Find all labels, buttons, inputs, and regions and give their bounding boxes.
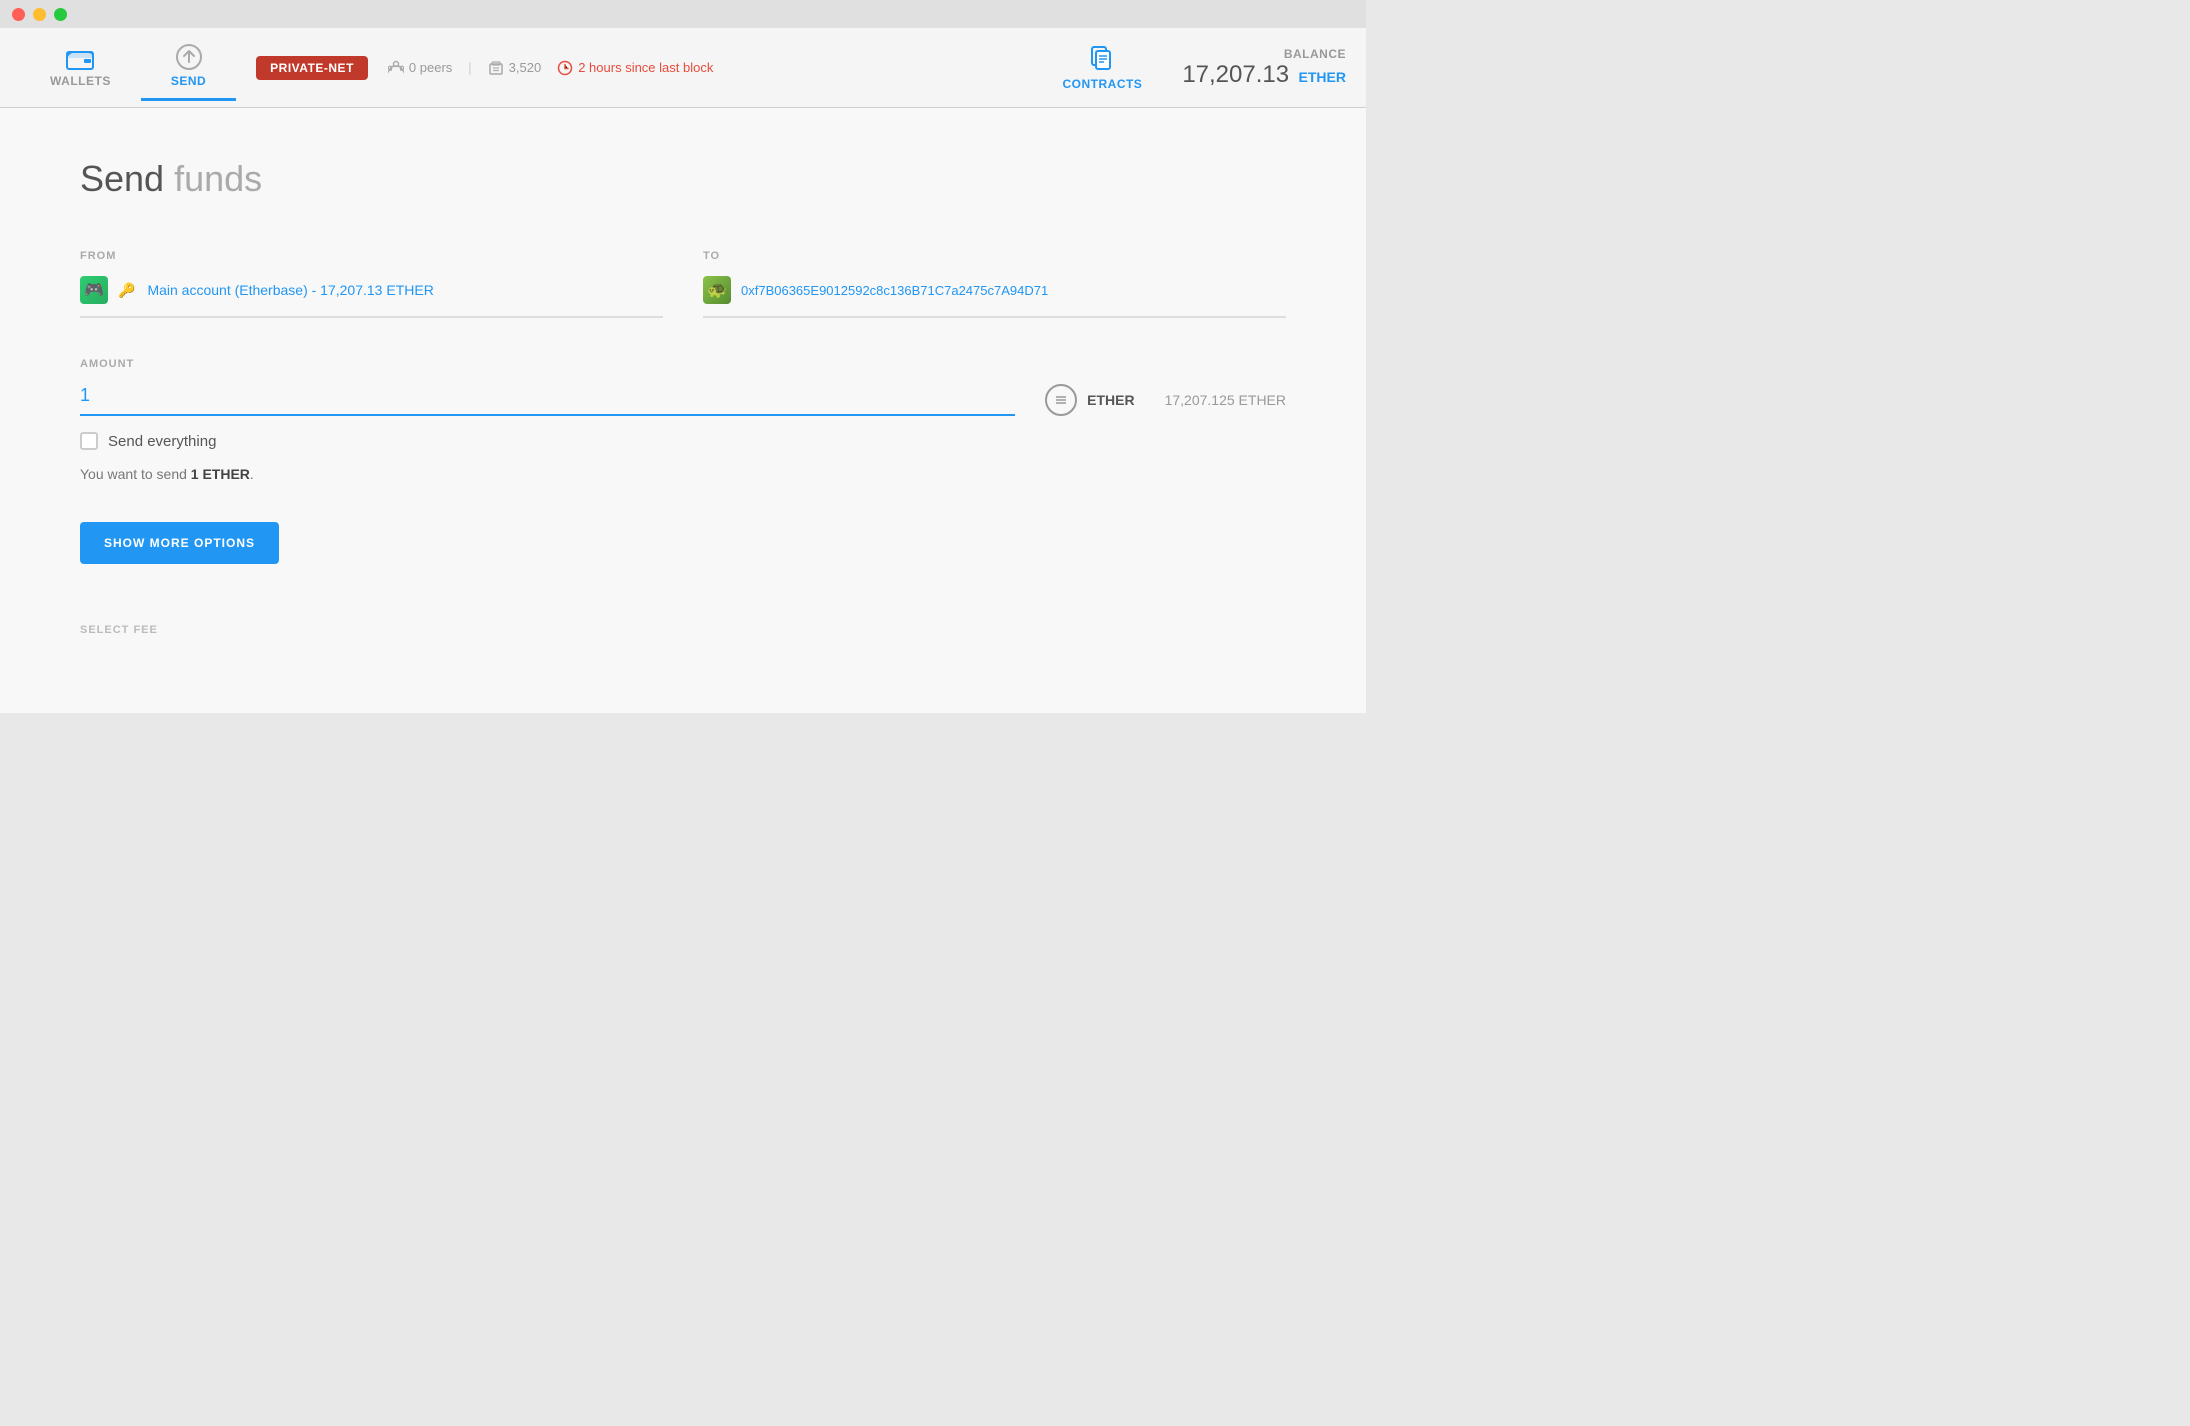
from-account-name: Main account (Etherbase) - 17,207.13 ETH… [147,282,433,298]
summary-suffix: . [250,466,254,482]
time-info: 2 hours since last block [557,60,713,76]
time-text: 2 hours since last block [578,60,713,75]
summary-amount: 1 ETHER [191,466,250,482]
title-bar [0,0,1366,28]
send-icon [176,44,202,70]
balance-currency: ETHER [1299,69,1346,85]
send-summary: You want to send 1 ETHER. [80,466,1286,482]
peers-info: 0 peers [388,60,452,76]
from-to-grid: FROM 🎮 🔑 Main account (Etherbase) - 17,2… [80,250,1286,318]
from-avatar: 🎮 [80,276,108,304]
currency-selector[interactable]: ETHER [1045,384,1134,416]
amount-input[interactable] [80,385,1015,406]
amount-row: ETHER 17,207.125 ETHER [80,384,1286,416]
page-title-light: funds [164,158,262,199]
clock-icon [557,60,573,76]
contracts-label: CONTRACTS [1062,77,1142,91]
balance-value: 17,207.13 [1182,61,1289,88]
to-section: TO 🐢 0xf7B06365E9012592c8c136B71C7a2475c… [703,250,1286,318]
show-more-button[interactable]: SHOW MORE OPTIONS [80,522,279,564]
wallet-icon [66,48,94,70]
blocks-count: 3,520 [509,60,542,75]
amount-input-wrapper [80,385,1015,416]
main-content: Send funds FROM 🎮 🔑 Main account (Etherb… [0,108,1366,713]
peers-count: 0 peers [409,60,452,75]
select-fee-label: SELECT FEE [80,624,1286,636]
nav-contracts[interactable]: CONTRACTS [1062,45,1142,91]
key-icon: 🔑 [118,282,135,299]
blocks-icon [488,60,504,76]
send-label: SEND [171,74,206,88]
available-balance: 17,207.125 ETHER [1165,392,1286,408]
page-title-bold: Send [80,158,164,199]
currency-name: ETHER [1087,392,1134,408]
currency-icon [1045,384,1077,416]
peers-icon [388,60,404,76]
divider: | [468,60,471,75]
send-everything-checkbox[interactable] [80,432,98,450]
summary-prefix: You want to send [80,466,191,482]
nav-right: CONTRACTS BALANCE 17,207.13 ETHER [1062,45,1346,91]
page-title: Send funds [80,158,1286,200]
maximize-button[interactable] [54,8,67,21]
blocks-info: 3,520 [488,60,542,76]
send-everything-row: Send everything [80,432,1286,450]
from-field[interactable]: 🎮 🔑 Main account (Etherbase) - 17,207.13… [80,276,663,318]
network-info: 0 peers | 3,520 2 hours since last block [388,60,713,76]
minimize-button[interactable] [33,8,46,21]
balance-display: 17,207.13 ETHER [1182,61,1346,89]
navbar: WALLETS SEND PRIVATE-NET 0 peers | [0,28,1366,108]
nav-wallets[interactable]: WALLETS [20,38,141,98]
contracts-icon [1088,45,1116,73]
to-label: TO [703,250,1286,262]
from-section: FROM 🎮 🔑 Main account (Etherbase) - 17,2… [80,250,663,318]
balance-section: BALANCE 17,207.13 ETHER [1182,47,1346,89]
send-everything-label[interactable]: Send everything [108,433,216,450]
amount-section: AMOUNT ETHER 17,207.125 ETHER [80,358,1286,482]
ether-icon [1053,392,1069,408]
nav-send[interactable]: SEND [141,34,236,101]
to-field[interactable]: 🐢 0xf7B06365E9012592c8c136B71C7a2475c7A9… [703,276,1286,318]
private-net-badge: PRIVATE-NET [256,56,368,80]
to-address: 0xf7B06365E9012592c8c136B71C7a2475c7A94D… [741,283,1048,298]
wallets-label: WALLETS [50,74,111,88]
close-button[interactable] [12,8,25,21]
to-avatar: 🐢 [703,276,731,304]
from-label: FROM [80,250,663,262]
amount-label: AMOUNT [80,358,1286,370]
balance-label: BALANCE [1284,47,1346,61]
